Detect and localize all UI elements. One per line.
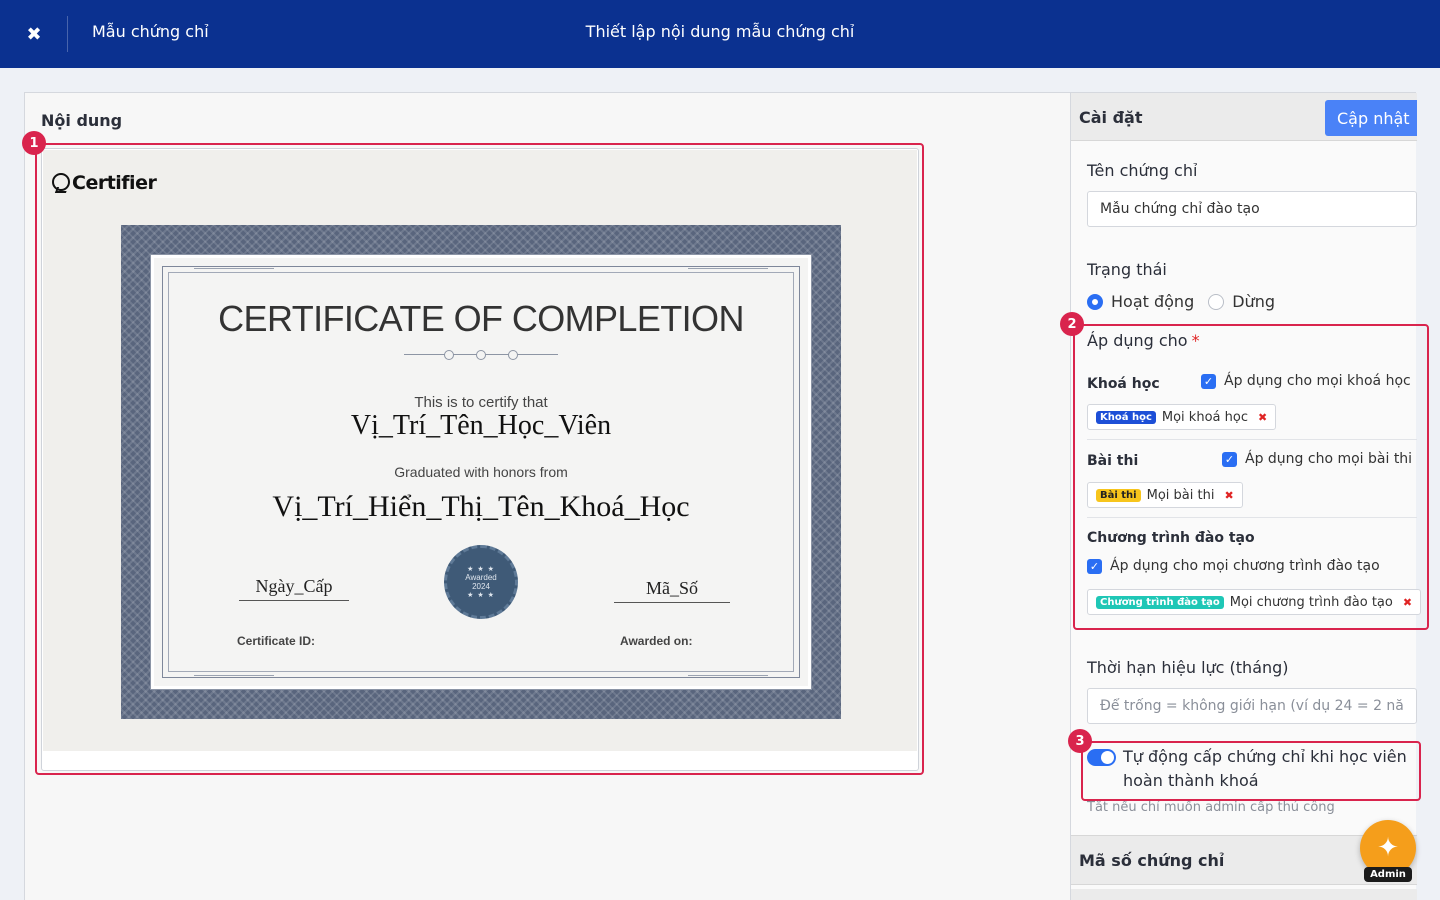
certificate-id-label: Certificate ID: bbox=[237, 634, 316, 648]
certificate-preview-frame[interactable]: Certifier CERTIFICATE OF COMPLETION This… bbox=[41, 148, 919, 771]
issue-date-placeholder: Ngày_Cấp bbox=[239, 576, 349, 601]
award-seal: ★ ★ ★ Awarded 2024 ★ ★ ★ bbox=[444, 545, 518, 619]
annotation-badge-2: 2 bbox=[1060, 312, 1084, 336]
certificate-paper: CERTIFICATE OF COMPLETION This is to cer… bbox=[150, 254, 812, 690]
cert-name-label: Tên chứng chỉ bbox=[1087, 161, 1198, 180]
annotation-badge-1: 1 bbox=[22, 131, 46, 155]
divider bbox=[1087, 517, 1417, 518]
page-title: Thiết lập nội dung mẫu chứng chỉ bbox=[585, 22, 855, 41]
validity-input[interactable] bbox=[1087, 688, 1417, 724]
program-apply-all-checkbox[interactable]: ✓ Áp dụng cho mọi chương trình đào tạo bbox=[1087, 558, 1380, 574]
sparkle-icon: ✦ bbox=[1377, 833, 1399, 863]
student-name-placeholder: Vị_Trí_Tên_Học_Viên bbox=[350, 410, 612, 441]
program-chip-text: Mọi chương trình đào tạo bbox=[1229, 594, 1393, 610]
course-name-placeholder: Vị_Trí_Hiển_Thị_Tên_Khoá_Học bbox=[272, 490, 690, 523]
settings-panel: Cài đặt Cập nhật Tên chứng chỉ Trạng thá… bbox=[1070, 93, 1422, 900]
divider bbox=[1087, 439, 1417, 440]
exam-chip: Bài thi Mọi bài thi ✖ bbox=[1087, 482, 1243, 508]
settings-title: Cài đặt bbox=[1079, 108, 1143, 127]
course-apply-all-checkbox[interactable]: ✓ Áp dụng cho mọi khoá học bbox=[1201, 373, 1411, 389]
remove-icon[interactable]: ✖ bbox=[1258, 411, 1267, 424]
status-active-label[interactable]: Hoạt động bbox=[1111, 292, 1194, 311]
course-chip-text: Mọi khoá học bbox=[1161, 409, 1248, 425]
auto-issue-hint: Tắt nếu chỉ muốn admin cấp thủ công bbox=[1087, 800, 1335, 815]
checkbox-checked-icon[interactable]: ✓ bbox=[1222, 451, 1237, 467]
graduated-text: Graduated with honors from bbox=[394, 464, 568, 480]
certifier-logo-icon bbox=[51, 172, 70, 194]
seal-text-awarded: Awarded bbox=[465, 573, 497, 582]
annotation-badge-3: 3 bbox=[1068, 729, 1092, 753]
cert-name-input[interactable] bbox=[1087, 191, 1417, 227]
status-label: Trạng thái bbox=[1087, 260, 1167, 279]
exam-chip-text: Mọi bài thi bbox=[1146, 487, 1215, 503]
program-chip: Chương trình đào tạo Mọi chương trình đà… bbox=[1087, 589, 1422, 615]
certifier-logo: Certifier bbox=[51, 172, 157, 194]
flourish-line bbox=[688, 268, 768, 269]
flourish-line bbox=[688, 675, 768, 676]
code-section-title: Mã số chứng chỉ bbox=[1079, 851, 1225, 870]
auto-issue-label: Tự động cấp chứng chỉ khi học viên hoàn … bbox=[1123, 747, 1407, 790]
checkbox-checked-icon[interactable]: ✓ bbox=[1201, 373, 1216, 389]
course-label: Khoá học bbox=[1087, 376, 1160, 392]
update-button[interactable]: Cập nhật bbox=[1325, 100, 1417, 136]
status-stopped-label[interactable]: Dừng bbox=[1232, 292, 1275, 311]
settings-header: Cài đặt Cập nhật bbox=[1071, 93, 1417, 141]
exam-apply-all-checkbox[interactable]: ✓ Áp dụng cho mọi bài thi bbox=[1222, 451, 1412, 467]
seal-stars: ★ ★ ★ bbox=[467, 592, 495, 599]
certificate-title: CERTIFICATE OF COMPLETION bbox=[218, 298, 744, 339]
seal-text-year: 2024 bbox=[472, 582, 490, 591]
program-label: Chương trình đào tạo bbox=[1087, 530, 1255, 546]
course-apply-all-label: Áp dụng cho mọi khoá học bbox=[1224, 373, 1411, 389]
awarded-on-label: Awarded on: bbox=[620, 634, 693, 648]
auto-issue-toggle[interactable] bbox=[1087, 749, 1116, 766]
top-bar: ✖ Mẫu chứng chỉ Thiết lập nội dung mẫu c… bbox=[0, 0, 1440, 68]
content-label: Nội dung bbox=[41, 111, 123, 130]
required-mark: * bbox=[1191, 331, 1200, 350]
auto-issue-row: Tự động cấp chứng chỉ khi học viên hoàn … bbox=[1087, 745, 1423, 793]
admin-badge: Admin bbox=[1364, 867, 1412, 882]
ornament-divider bbox=[404, 350, 558, 360]
certifier-logo-text: Certifier bbox=[72, 172, 157, 194]
ornament-dot bbox=[444, 350, 454, 360]
program-apply-all-label: Áp dụng cho mọi chương trình đào tạo bbox=[1110, 558, 1380, 574]
validity-label: Thời hạn hiệu lực (tháng) bbox=[1087, 658, 1289, 677]
ornament-dot bbox=[476, 350, 486, 360]
exam-apply-all-label: Áp dụng cho mọi bài thi bbox=[1245, 451, 1413, 467]
course-chip: Khoá học Mọi khoá học ✖ bbox=[1087, 404, 1277, 430]
certificate-template: CERTIFICATE OF COMPLETION This is to cer… bbox=[121, 225, 841, 719]
status-stopped-radio[interactable] bbox=[1208, 293, 1225, 310]
next-section-header[interactable] bbox=[1071, 889, 1417, 900]
certify-text: This is to certify that bbox=[414, 394, 548, 411]
flourish-line bbox=[194, 675, 274, 676]
apply-to-text: Áp dụng cho bbox=[1087, 331, 1188, 350]
flourish-line bbox=[194, 268, 274, 269]
certificate-code-placeholder: Mã_Số bbox=[614, 578, 730, 603]
certificate-preview-canvas: Certifier CERTIFICATE OF COMPLETION This… bbox=[43, 150, 917, 751]
checkbox-checked-icon[interactable]: ✓ bbox=[1087, 558, 1102, 574]
status-active-radio[interactable] bbox=[1087, 293, 1103, 310]
exam-label: Bài thi bbox=[1087, 453, 1139, 469]
course-tag: Khoá học bbox=[1096, 410, 1156, 424]
apply-to-label: Áp dụng cho * bbox=[1087, 331, 1200, 350]
program-tag: Chương trình đào tạo bbox=[1096, 595, 1224, 609]
status-radio-group: Hoạt động Dừng bbox=[1087, 292, 1289, 311]
exam-tag: Bài thi bbox=[1096, 488, 1141, 502]
ornament-dot bbox=[508, 350, 518, 360]
seal-stars: ★ ★ ★ bbox=[467, 566, 495, 573]
remove-icon[interactable]: ✖ bbox=[1403, 596, 1412, 609]
remove-icon[interactable]: ✖ bbox=[1224, 489, 1233, 502]
main-panel: Nội dung Certifier CERTIFICATE OF COMPLE… bbox=[24, 92, 1422, 900]
